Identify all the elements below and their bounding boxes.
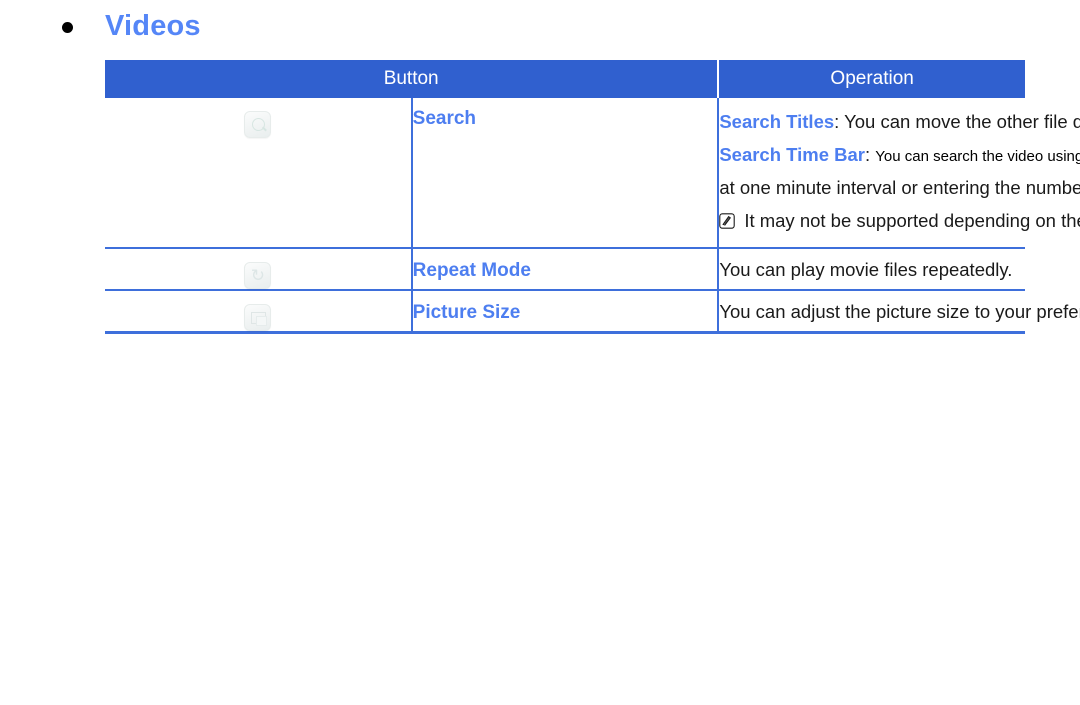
note-pencil-icon <box>719 213 736 229</box>
operation-text: You can move the other file directly. <box>844 111 1080 132</box>
page-title: Videos <box>105 10 201 42</box>
operation-line: Search Time Bar: You can search the vide… <box>719 139 1080 172</box>
operation-separator: : <box>834 111 845 132</box>
table-row: Search Search Titles: You can move the o… <box>105 98 1080 249</box>
operation-text: You can adjust the picture size to your … <box>719 300 1080 322</box>
cell-button-icon <box>105 289 413 334</box>
cell-button-name: Repeat Mode <box>411 247 720 291</box>
repeat-key-icon <box>244 261 272 289</box>
bullet-dot-icon <box>62 22 73 33</box>
column-header-operation: Operation <box>718 60 1025 98</box>
operation-emphasis: Search Titles <box>719 111 835 132</box>
table-row: Picture Size You can adjust the picture … <box>105 289 1080 334</box>
column-header-button: Button <box>105 60 720 98</box>
cell-button-name: Picture Size <box>411 289 720 334</box>
table-header-row: Button Operation <box>105 60 1025 98</box>
cell-operation: Search Titles: You can move the other fi… <box>718 98 1080 249</box>
operation-text-block: Search Titles: You can move the other fi… <box>719 98 1080 247</box>
search-key-icon <box>244 111 272 138</box>
operation-text: You can play movie files repeatedly. <box>719 258 1013 280</box>
cell-button-name: Search <box>411 98 720 249</box>
operation-line: at one minute interval or entering the n… <box>719 172 1080 205</box>
button-label: Picture Size <box>412 301 521 323</box>
table-header: Button Operation <box>105 60 1025 98</box>
operation-separator: : <box>865 143 876 165</box>
cell-button-icon <box>105 247 413 291</box>
operation-text: at one minute interval or entering the n… <box>719 176 1080 198</box>
operation-text: You can search the video using ◀ and ▶ b… <box>875 147 1080 165</box>
cell-operation: You can play movie files repeatedly. <box>718 247 1025 291</box>
operation-note: It may not be supported depending on the… <box>719 205 1080 238</box>
note-text: It may not be supported depending on the… <box>744 209 1080 231</box>
button-label: Repeat Mode <box>412 259 531 281</box>
document-page: Videos Button Operation Search Search Ti… <box>0 0 1080 705</box>
operation-emphasis: Search Time Bar <box>719 143 865 165</box>
cell-operation: You can adjust the picture size to your … <box>718 289 1080 334</box>
table-row: Repeat Mode You can play movie files rep… <box>105 247 1025 291</box>
button-label: Search <box>412 108 477 129</box>
page-heading: Videos <box>62 12 201 41</box>
videos-button-operation-table: Button Operation Search Search Titles: Y… <box>105 60 1080 334</box>
cell-button-icon <box>105 98 413 249</box>
picture-size-key-icon <box>244 303 272 331</box>
table-body: Search Search Titles: You can move the o… <box>105 98 1080 334</box>
operation-line: Search Titles: You can move the other fi… <box>719 106 1080 139</box>
